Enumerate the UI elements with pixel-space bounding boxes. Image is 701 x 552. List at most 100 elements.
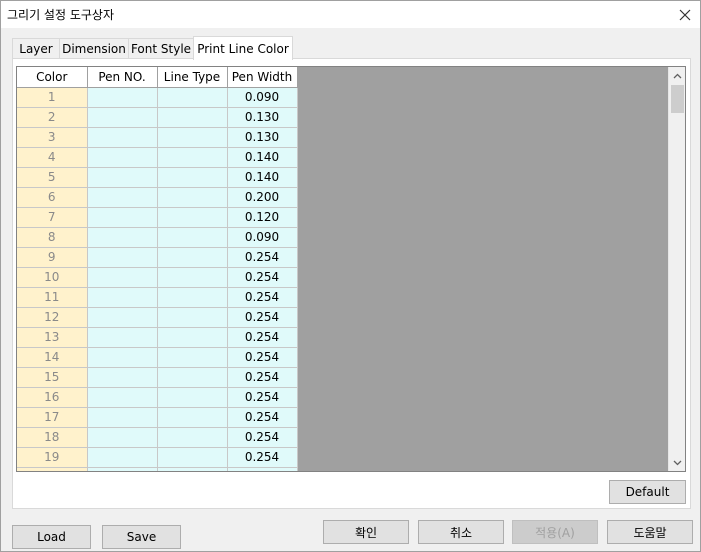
pen-width-cell[interactable]: 0.254 bbox=[227, 307, 298, 328]
cancel-button[interactable]: 취소 bbox=[418, 520, 504, 544]
apply-button[interactable]: 적용(A) bbox=[512, 520, 598, 544]
tab-layer[interactable]: Layer bbox=[12, 38, 60, 59]
table-row[interactable]: 4 0.140 bbox=[17, 147, 298, 168]
pen-no-cell[interactable] bbox=[87, 247, 158, 268]
table-row[interactable]: 14 0.254 bbox=[17, 347, 298, 368]
line-type-cell[interactable] bbox=[157, 327, 228, 348]
line-type-cell[interactable] bbox=[157, 347, 228, 368]
pen-width-cell[interactable]: 0.130 bbox=[227, 107, 298, 128]
color-cell[interactable]: 15 bbox=[17, 367, 88, 388]
pen-width-cell[interactable]: 0.140 bbox=[227, 167, 298, 188]
line-type-cell[interactable] bbox=[157, 447, 228, 468]
line-type-cell[interactable] bbox=[157, 367, 228, 388]
line-type-cell[interactable] bbox=[157, 427, 228, 448]
table-row[interactable]: 8 0.090 bbox=[17, 227, 298, 248]
pen-width-cell[interactable]: 0.254 bbox=[227, 327, 298, 348]
line-type-cell[interactable] bbox=[157, 207, 228, 228]
ok-button[interactable]: 확인 bbox=[323, 520, 409, 544]
pen-width-cell[interactable]: 0.140 bbox=[227, 147, 298, 168]
table-row[interactable]: 16 0.254 bbox=[17, 387, 298, 408]
pen-no-cell[interactable] bbox=[87, 387, 158, 408]
line-type-cell[interactable] bbox=[157, 87, 228, 108]
pen-no-cell[interactable] bbox=[87, 147, 158, 168]
line-type-cell[interactable] bbox=[157, 227, 228, 248]
column-header-color[interactable]: Color bbox=[17, 67, 88, 88]
pen-width-cell[interactable]: 0.120 bbox=[227, 207, 298, 228]
color-cell[interactable]: 4 bbox=[17, 147, 88, 168]
pen-no-cell[interactable] bbox=[87, 467, 158, 471]
pen-width-cell[interactable]: 0.254 bbox=[227, 407, 298, 428]
line-type-cell[interactable] bbox=[157, 167, 228, 188]
default-button[interactable]: Default bbox=[609, 480, 686, 504]
table-row[interactable]: 17 0.254 bbox=[17, 407, 298, 428]
pen-no-cell[interactable] bbox=[87, 427, 158, 448]
pen-width-cell[interactable]: 0.254 bbox=[227, 347, 298, 368]
vertical-scrollbar[interactable] bbox=[668, 67, 685, 471]
table-row[interactable]: 7 0.120 bbox=[17, 207, 298, 228]
pen-grid[interactable]: Color Pen NO. Line Type Pen Width 1 0.090… bbox=[16, 66, 686, 472]
pen-no-cell[interactable] bbox=[87, 367, 158, 388]
pen-no-cell[interactable] bbox=[87, 167, 158, 188]
column-header-pen-width[interactable]: Pen Width bbox=[227, 67, 298, 88]
table-row[interactable]: 13 0.254 bbox=[17, 327, 298, 348]
pen-no-cell[interactable] bbox=[87, 227, 158, 248]
line-type-cell[interactable] bbox=[157, 407, 228, 428]
tab-print-line-color[interactable]: Print Line Color bbox=[193, 36, 293, 60]
color-cell[interactable]: 16 bbox=[17, 387, 88, 408]
tab-dimension[interactable]: Dimension bbox=[59, 38, 129, 59]
color-cell[interactable] bbox=[17, 467, 88, 471]
scroll-down-button[interactable] bbox=[669, 454, 685, 471]
line-type-cell[interactable] bbox=[157, 107, 228, 128]
color-cell[interactable]: 1 bbox=[17, 87, 88, 108]
column-header-line-type[interactable]: Line Type bbox=[157, 67, 228, 88]
color-cell[interactable]: 8 bbox=[17, 227, 88, 248]
tab-font-style[interactable]: Font Style bbox=[128, 38, 194, 59]
line-type-cell[interactable] bbox=[157, 147, 228, 168]
pen-width-cell[interactable]: 0.254 bbox=[227, 447, 298, 468]
color-cell[interactable]: 6 bbox=[17, 187, 88, 208]
pen-width-cell[interactable] bbox=[227, 467, 298, 471]
color-cell[interactable]: 17 bbox=[17, 407, 88, 428]
pen-width-cell[interactable]: 0.254 bbox=[227, 367, 298, 388]
pen-width-cell[interactable]: 0.090 bbox=[227, 227, 298, 248]
line-type-cell[interactable] bbox=[157, 267, 228, 288]
color-cell[interactable]: 3 bbox=[17, 127, 88, 148]
table-row[interactable]: 1 0.090 bbox=[17, 87, 298, 108]
color-cell[interactable]: 13 bbox=[17, 327, 88, 348]
color-cell[interactable]: 10 bbox=[17, 267, 88, 288]
pen-width-cell[interactable]: 0.090 bbox=[227, 87, 298, 108]
column-header-pen-no[interactable]: Pen NO. bbox=[87, 67, 158, 88]
pen-no-cell[interactable] bbox=[87, 287, 158, 308]
load-button[interactable]: Load bbox=[12, 525, 91, 549]
table-row[interactable]: 19 0.254 bbox=[17, 447, 298, 468]
table-row[interactable]: 10 0.254 bbox=[17, 267, 298, 288]
color-cell[interactable]: 19 bbox=[17, 447, 88, 468]
color-cell[interactable]: 18 bbox=[17, 427, 88, 448]
pen-width-cell[interactable]: 0.254 bbox=[227, 387, 298, 408]
table-row[interactable]: 2 0.130 bbox=[17, 107, 298, 128]
pen-no-cell[interactable] bbox=[87, 127, 158, 148]
color-cell[interactable]: 5 bbox=[17, 167, 88, 188]
pen-no-cell[interactable] bbox=[87, 307, 158, 328]
table-row[interactable]: 3 0.130 bbox=[17, 127, 298, 148]
pen-no-cell[interactable] bbox=[87, 327, 158, 348]
pen-width-cell[interactable]: 0.254 bbox=[227, 287, 298, 308]
pen-no-cell[interactable] bbox=[87, 187, 158, 208]
scroll-thumb[interactable] bbox=[671, 85, 684, 113]
table-row[interactable]: 6 0.200 bbox=[17, 187, 298, 208]
line-type-cell[interactable] bbox=[157, 287, 228, 308]
pen-no-cell[interactable] bbox=[87, 407, 158, 428]
color-cell[interactable]: 2 bbox=[17, 107, 88, 128]
pen-no-cell[interactable] bbox=[87, 87, 158, 108]
save-button[interactable]: Save bbox=[102, 525, 181, 549]
pen-width-cell[interactable]: 0.200 bbox=[227, 187, 298, 208]
pen-no-cell[interactable] bbox=[87, 207, 158, 228]
table-row[interactable]: 18 0.254 bbox=[17, 427, 298, 448]
scroll-up-button[interactable] bbox=[669, 67, 685, 84]
color-cell[interactable]: 7 bbox=[17, 207, 88, 228]
pen-width-cell[interactable]: 0.254 bbox=[227, 267, 298, 288]
line-type-cell[interactable] bbox=[157, 467, 228, 471]
pen-width-cell[interactable]: 0.254 bbox=[227, 247, 298, 268]
color-cell[interactable]: 14 bbox=[17, 347, 88, 368]
pen-no-cell[interactable] bbox=[87, 107, 158, 128]
